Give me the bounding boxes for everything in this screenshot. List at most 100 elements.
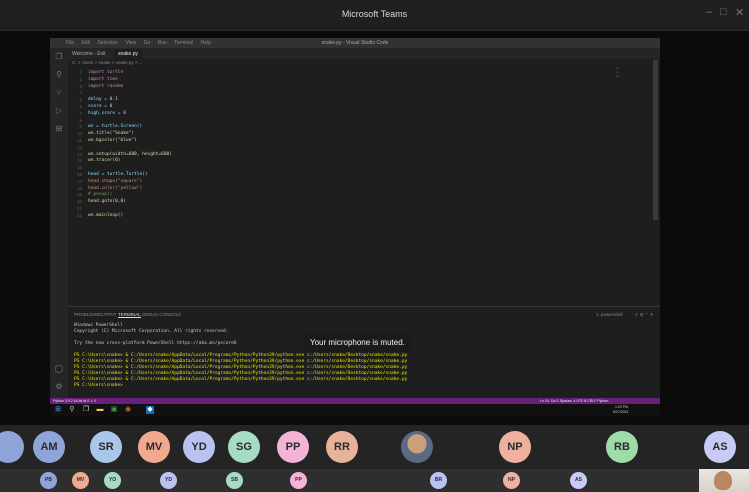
taskbar-time[interactable]: 1:20 PM [615,405,628,409]
line-number: 10 [76,131,82,137]
gallery-avatar[interactable]: YD [160,472,177,489]
gallery-avatar[interactable]: AS [570,472,587,489]
gallery-avatar[interactable]: NP [503,472,520,489]
line-number: 16 [76,172,82,177]
minimap[interactable]: ▪▪▪ ▪▪ ▪▪▪ [616,66,634,86]
panel-tab-terminal[interactable]: TERMINAL [118,312,141,318]
panel-tab-debug-console[interactable]: DEBUG CONSOLE [142,312,181,317]
gallery-avatar[interactable]: PB [40,472,57,489]
line-number: 17 [76,178,82,184]
terminal-line: PS C:\Users\snake> & C:/Users/snake/AppD… [74,365,408,370]
self-face [714,471,732,490]
participant-photo-avatar[interactable] [401,431,433,463]
line-number: 20 [76,199,82,205]
windows-start-icon[interactable]: ⊞ [54,406,62,414]
participant-avatar[interactable]: NP [499,431,531,463]
participant-avatar-partial[interactable] [0,431,24,463]
participant-avatar[interactable]: YD [183,431,215,463]
explorer-icon[interactable]: ❐ [54,52,64,62]
file-explorer-icon[interactable]: ▬ [96,406,104,414]
search-icon[interactable]: ⚲ [54,70,64,80]
code-line[interactable]: # penup() [88,192,112,197]
settings-gear-icon[interactable]: ⚙ [54,382,64,392]
participant-avatar[interactable]: SR [90,431,122,463]
minimize-button[interactable]: – [706,6,712,18]
code-line[interactable]: head = turtle.Turtle() [88,172,148,177]
code-line[interactable]: head.color("yellow") [88,186,142,191]
search-icon[interactable]: ⚲ [68,406,76,414]
line-number: 6 [79,104,82,109]
gallery-avatar[interactable]: SB [226,472,243,489]
terminal-line: PS C:\Users\snake> & C:/Users/snake/AppD… [74,377,408,382]
window-title: Microsoft Teams [341,9,408,19]
line-number: 19 [76,192,82,198]
code-line[interactable]: wn.mainloop() [88,213,123,218]
participant-avatar[interactable]: RR [326,431,358,463]
terminal-line: PS C:\Users\snake> & C:/Users/snake/AppD… [74,359,408,364]
panel-actions-icon[interactable]: ＋ ⊟ ⌃ ✕ [634,312,654,318]
panel-tab-problems[interactable]: PROBLEMS [74,312,99,317]
gallery-bottom-row: PB MV YO YD SB PP BR NP AS [0,469,749,492]
participant-avatar[interactable]: AM [33,431,65,463]
participant-avatar[interactable]: PP [277,431,309,463]
close-button[interactable]: ✕ [735,6,744,19]
gallery-avatar[interactable]: PP [290,472,307,489]
terminal-line: PS C:\Users\snake> & C:/Users/snake/AppD… [74,371,408,376]
code-line[interactable]: import random [88,84,123,89]
code-line[interactable]: import turtle [88,70,123,75]
tab-snake-py[interactable]: snake.py [114,49,143,59]
line-number: 2 [79,76,82,82]
code-line[interactable]: score = 0 [88,104,112,109]
terminal-line: Windows PowerShell [74,323,123,328]
store-icon[interactable]: ▣ [110,406,118,414]
editor-scrollbar[interactable] [653,60,658,220]
account-icon[interactable]: ◯ [54,364,64,374]
participant-strip: AM SR MV YD SG PP RR NP RB AS [0,425,749,469]
extensions-icon[interactable]: ⊞ [54,124,64,134]
windows-taskbar: ⊞ ⚲ ❐ ▬ ▣ ◉ ◆ 1:20 PM 5/27/2021 [50,404,660,416]
source-control-icon[interactable]: ⑂ [54,88,64,98]
terminal-line: PS C:\Users\snake> & C:/Users/snake/AppD… [74,353,408,358]
vscode-taskbar-icon[interactable]: ◆ [146,406,154,414]
tab-welcome[interactable]: Welcome - Exit [68,49,110,59]
self-video-preview[interactable] [699,469,749,492]
code-line[interactable]: wn.tracer(0) [88,158,121,163]
code-line[interactable]: head.shape("square") [88,179,142,184]
maximize-button[interactable]: □ [720,6,727,18]
code-line[interactable]: import time [88,77,118,82]
code-line[interactable]: wn.title("Snake") [88,131,134,136]
terminal-line: PS C:\Users\snake> [74,383,126,388]
terminal-line: Copyright (C) Microsoft Corporation. All… [74,329,229,334]
line-number: 18 [76,185,82,191]
editor-tabs: Welcome - Exit snake.py [68,48,660,59]
line-number: 7 [79,110,82,116]
panel-tab-output[interactable]: OUTPUT [98,312,117,317]
line-number: 22 [76,212,82,218]
participant-avatar[interactable]: AS [704,431,736,463]
code-line[interactable]: wn = turtle.Screen() [88,124,142,129]
code-line[interactable]: high_score = 0 [88,111,126,116]
taskbar-date[interactable]: 5/27/2021 [613,410,629,414]
breadcrumb[interactable]: C: > Users > snake > snake.py > ... [72,60,143,65]
code-editor[interactable]: 1 import turtle 2 import time 3 import random… [72,66,632,226]
code-line[interactable]: wn.bgcolor("blue") [88,138,137,143]
line-number: 1 [79,70,82,75]
participant-avatar[interactable]: RB [606,431,638,463]
task-view-icon[interactable]: ❐ [82,406,90,414]
participant-avatar[interactable]: SG [228,431,260,463]
line-number: 12 [76,144,82,150]
mic-muted-toast: Your microphone is muted. [303,333,412,352]
gallery-avatar[interactable]: MV [72,472,89,489]
line-number: 9 [79,124,82,130]
code-line[interactable]: head.goto(0,0) [88,199,126,204]
run-debug-icon[interactable]: ▷ [54,106,64,116]
participant-avatar[interactable]: MV [138,431,170,463]
gallery-avatar[interactable]: BR [430,472,447,489]
line-number: 5 [79,97,82,103]
line-number: 3 [79,83,82,89]
code-line[interactable]: delay = 0.1 [88,97,118,102]
browser-icon[interactable]: ◉ [124,406,132,414]
gallery-avatar[interactable]: YO [104,472,121,489]
terminal-selector[interactable]: 1: powershell [596,312,623,317]
code-line[interactable]: wn.setup(width=600, height=600) [88,152,172,157]
